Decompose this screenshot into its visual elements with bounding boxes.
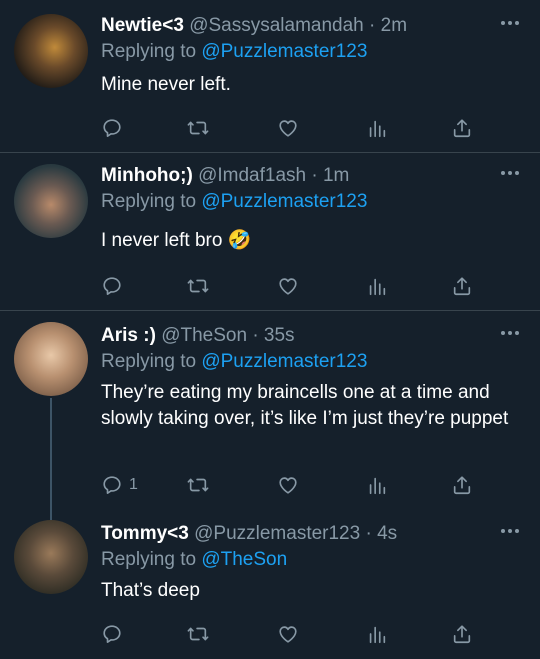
analytics-button[interactable] bbox=[366, 273, 388, 299]
timestamp[interactable]: 4s bbox=[377, 523, 397, 544]
replying-label: Replying to bbox=[101, 549, 202, 570]
share-button[interactable] bbox=[451, 621, 473, 647]
reply-icon bbox=[101, 474, 123, 496]
retweet-button[interactable] bbox=[187, 472, 209, 498]
mention-link[interactable]: @Puzzlemaster123 bbox=[201, 191, 367, 212]
timestamp[interactable]: 2m bbox=[381, 15, 407, 36]
mention-link[interactable]: @Puzzlemaster123 bbox=[201, 351, 367, 372]
share-icon bbox=[451, 275, 473, 297]
user-handle[interactable]: @Imdaf1ash bbox=[198, 165, 306, 186]
avatar[interactable] bbox=[14, 322, 88, 396]
like-icon bbox=[277, 623, 299, 645]
tweet-actions bbox=[101, 273, 481, 299]
like-button[interactable] bbox=[277, 115, 299, 141]
replying-label: Replying to bbox=[101, 191, 202, 212]
tweet-header: Aris :) @TheSon · 35s bbox=[101, 324, 295, 348]
reply-button[interactable] bbox=[101, 273, 129, 299]
separator-dot: · bbox=[311, 165, 318, 186]
timestamp[interactable]: 1m bbox=[323, 165, 349, 186]
reply-icon bbox=[101, 117, 123, 139]
share-icon bbox=[451, 117, 473, 139]
retweet-icon bbox=[187, 275, 209, 297]
user-handle[interactable]: @Puzzlemaster123 bbox=[194, 523, 360, 544]
retweet-button[interactable] bbox=[187, 273, 209, 299]
tweet-text: They’re eating my braincells one at a ti… bbox=[101, 382, 509, 429]
tweet-actions bbox=[101, 621, 481, 647]
tweet[interactable]: Tommy<3 @Puzzlemaster123 · 4s Replying t… bbox=[0, 520, 540, 659]
tweet-text: Mine never left. bbox=[101, 74, 231, 95]
reply-count: 1 bbox=[129, 476, 138, 493]
replying-label: Replying to bbox=[101, 41, 202, 62]
replying-to: Replying to @Puzzlemaster123 bbox=[101, 190, 367, 214]
like-button[interactable] bbox=[277, 472, 299, 498]
mention-link[interactable]: @TheSon bbox=[201, 549, 287, 570]
tweet-actions: 1 bbox=[101, 472, 481, 498]
tweet-actions bbox=[101, 115, 481, 141]
display-name[interactable]: Tommy<3 bbox=[101, 523, 189, 544]
separator-dot: · bbox=[369, 15, 376, 36]
tweet-header: Minhoho;) @Imdaf1ash · 1m bbox=[101, 164, 349, 188]
retweet-icon bbox=[187, 474, 209, 496]
more-icon[interactable] bbox=[500, 170, 520, 176]
retweet-button[interactable] bbox=[187, 115, 209, 141]
share-icon bbox=[451, 474, 473, 496]
timestamp[interactable]: 35s bbox=[264, 325, 295, 346]
avatar[interactable] bbox=[14, 164, 88, 238]
divider bbox=[0, 310, 540, 311]
like-button[interactable] bbox=[277, 273, 299, 299]
reply-icon bbox=[101, 623, 123, 645]
divider bbox=[0, 152, 540, 153]
replying-to: Replying to @TheSon bbox=[101, 548, 287, 572]
avatar[interactable] bbox=[14, 14, 88, 88]
retweet-icon bbox=[187, 623, 209, 645]
share-icon bbox=[451, 623, 473, 645]
retweet-button[interactable] bbox=[187, 621, 209, 647]
analytics-button[interactable] bbox=[366, 115, 388, 141]
tweet-header: Newtie<3 @Sassysalamandah · 2m bbox=[101, 14, 407, 38]
share-button[interactable] bbox=[451, 273, 473, 299]
more-icon[interactable] bbox=[500, 20, 520, 26]
analytics-button[interactable] bbox=[366, 621, 388, 647]
retweet-icon bbox=[187, 117, 209, 139]
tweet[interactable]: Minhoho;) @Imdaf1ash · 1m Replying to @P… bbox=[0, 162, 540, 304]
tweet-text: I never left bro 🤣 bbox=[101, 230, 252, 251]
analytics-icon bbox=[366, 275, 388, 297]
analytics-icon bbox=[366, 623, 388, 645]
reply-button[interactable] bbox=[101, 621, 129, 647]
tweet[interactable]: Newtie<3 @Sassysalamandah · 2m Replying … bbox=[0, 12, 540, 150]
tweet-header: Tommy<3 @Puzzlemaster123 · 4s bbox=[101, 522, 397, 546]
analytics-icon bbox=[366, 117, 388, 139]
share-button[interactable] bbox=[451, 115, 473, 141]
separator-dot: · bbox=[252, 325, 259, 346]
analytics-icon bbox=[366, 474, 388, 496]
replying-to: Replying to @Puzzlemaster123 bbox=[101, 40, 367, 64]
user-handle[interactable]: @Sassysalamandah bbox=[189, 15, 364, 36]
like-icon bbox=[277, 275, 299, 297]
display-name[interactable]: Aris :) bbox=[101, 325, 156, 346]
like-icon bbox=[277, 117, 299, 139]
reply-button[interactable]: 1 bbox=[101, 472, 138, 498]
more-icon[interactable] bbox=[500, 330, 520, 336]
mention-link[interactable]: @Puzzlemaster123 bbox=[201, 41, 367, 62]
user-handle[interactable]: @TheSon bbox=[161, 325, 247, 346]
analytics-button[interactable] bbox=[366, 472, 388, 498]
share-button[interactable] bbox=[451, 472, 473, 498]
reply-icon bbox=[101, 275, 123, 297]
tweet[interactable]: Aris :) @TheSon · 35s Replying to @Puzzl… bbox=[0, 322, 540, 502]
more-icon[interactable] bbox=[500, 528, 520, 534]
separator-dot: · bbox=[365, 523, 372, 544]
avatar[interactable] bbox=[14, 520, 88, 594]
tweet-text: That’s deep bbox=[101, 580, 200, 601]
like-button[interactable] bbox=[277, 621, 299, 647]
display-name[interactable]: Minhoho;) bbox=[101, 165, 193, 186]
replying-label: Replying to bbox=[101, 351, 202, 372]
reply-button[interactable] bbox=[101, 115, 129, 141]
display-name[interactable]: Newtie<3 bbox=[101, 15, 184, 36]
like-icon bbox=[277, 474, 299, 496]
replying-to: Replying to @Puzzlemaster123 bbox=[101, 350, 367, 374]
